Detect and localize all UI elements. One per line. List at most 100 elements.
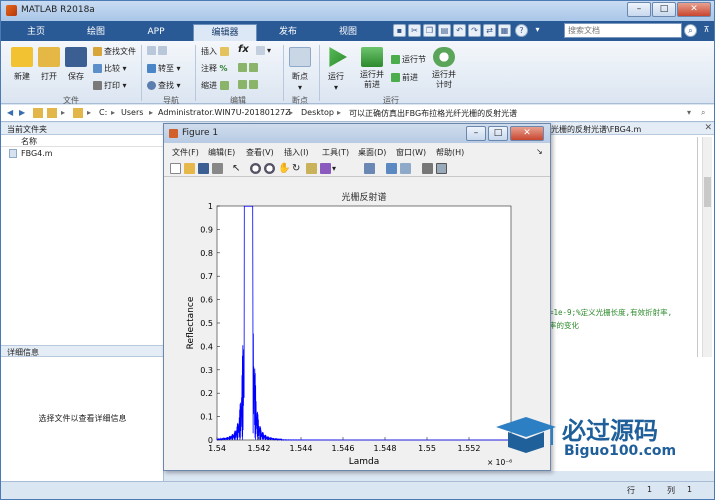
fx-options-icon[interactable]: ▾ [256, 46, 271, 55]
indent-tools[interactable] [238, 80, 260, 89]
copy-quick-icon[interactable]: ❐ [423, 24, 436, 37]
new-figure-icon[interactable] [170, 163, 181, 174]
compare-button[interactable]: 比较 ▾ [93, 63, 127, 74]
collapse-ribbon-icon[interactable]: ⊼ [700, 24, 713, 37]
figure-maximize-button[interactable]: □ [488, 126, 508, 141]
tab-editor[interactable]: 编辑器 [193, 24, 257, 41]
open-folder-icon[interactable] [38, 47, 60, 67]
path-segment-project[interactable]: 可以正确仿真出FBG布拉格光纤光栅的反射光谱 [349, 108, 517, 119]
breakpoint-button[interactable]: 断点 [285, 71, 315, 82]
tab-home[interactable]: 主页 [11, 24, 61, 41]
pan-hand-icon[interactable]: ✋ [278, 163, 290, 174]
print-button[interactable]: 打印 ▾ [93, 80, 127, 91]
figure-minimize-button[interactable]: – [466, 126, 486, 141]
new-file-icon[interactable] [11, 47, 33, 67]
figure-menu-item[interactable]: 窗口(W) [396, 147, 426, 158]
print-figure-icon[interactable] [212, 163, 223, 174]
colorbar-icon[interactable] [386, 163, 397, 174]
run-dropdown-icon[interactable]: ▾ [321, 83, 351, 92]
breakpoint-icon[interactable] [289, 47, 311, 67]
forward-icon[interactable]: ▶ [19, 108, 25, 117]
figure-menu-item[interactable]: 查看(V) [246, 147, 274, 158]
close-button[interactable]: ✕ [677, 2, 711, 17]
hide-plot-tools-icon[interactable] [422, 163, 433, 174]
layout-quick-icon[interactable]: ▦ [498, 24, 511, 37]
run-and-time-button[interactable]: 运行并 计时 [427, 70, 461, 90]
figure-menu-item[interactable]: 编辑(E) [208, 147, 235, 158]
brush-icon[interactable] [320, 163, 331, 174]
new-button[interactable]: 新建 [7, 71, 37, 82]
figure-menu-item[interactable]: 插入(I) [284, 147, 309, 158]
path-segment-drive[interactable]: C: [99, 108, 107, 117]
tab-publish[interactable]: 发布 [263, 24, 313, 41]
figure-menu-item[interactable]: 帮助(H) [436, 147, 464, 158]
zoom-in-icon[interactable] [250, 163, 261, 174]
code-line[interactable]: =1e-9;%定义光栅长度,有效折射率, [549, 307, 697, 318]
paste-quick-icon[interactable]: ▤ [438, 24, 451, 37]
open-file-icon[interactable] [184, 163, 195, 174]
search-documentation-input[interactable]: 搜索文档 [564, 23, 682, 38]
figure-menu-item[interactable]: 桌面(D) [358, 147, 386, 158]
undo-quick-icon[interactable]: ↶ [453, 24, 466, 37]
path-segment-desktop[interactable]: Desktop [301, 108, 334, 117]
help-icon[interactable]: ? [515, 24, 528, 37]
file-row[interactable]: FBG4.m [1, 147, 163, 160]
save-button[interactable]: 保存 [61, 71, 91, 82]
breakpoint-dropdown-icon[interactable]: ▾ [285, 83, 315, 92]
browse-folder-icon[interactable] [47, 108, 57, 118]
show-plot-tools-icon[interactable] [436, 163, 447, 174]
save-quick-icon[interactable]: ▪ [393, 24, 406, 37]
minimize-button[interactable]: – [627, 2, 651, 17]
legend-icon[interactable] [400, 163, 411, 174]
cut-quick-icon[interactable]: ✂ [408, 24, 421, 37]
editor-tab[interactable]: 光栅的反射光谱\FBG4.m [549, 123, 714, 135]
dock-figure-icon[interactable]: ↘ [536, 147, 543, 156]
figure-close-button[interactable]: ✕ [510, 126, 544, 141]
address-search-icon[interactable]: ⌕ [701, 108, 705, 118]
save-disk-icon[interactable] [65, 47, 87, 67]
insert-button[interactable]: 插入 [201, 46, 231, 57]
figure-menu-item[interactable]: 工具(T) [322, 147, 349, 158]
run-time-icon[interactable] [433, 47, 455, 67]
back-icon[interactable]: ◀ [7, 108, 13, 117]
comment-tools[interactable] [238, 63, 260, 72]
brush-dropdown-icon[interactable]: ▾ [332, 163, 343, 174]
run-section-button[interactable]: 运行节 [391, 54, 426, 65]
run-advance-button[interactable]: 运行并 前进 [353, 70, 391, 90]
fx-button[interactable]: fx [238, 44, 249, 55]
up-folder-icon[interactable] [33, 108, 43, 118]
search-icon[interactable]: ⌕ [684, 24, 697, 37]
switch-windows-icon[interactable]: ⇄ [483, 24, 496, 37]
redo-quick-icon[interactable]: ↷ [468, 24, 481, 37]
code-line[interactable]: 率的变化 [549, 320, 579, 331]
indent-button[interactable]: 缩进 [201, 80, 231, 91]
path-history-dropdown-icon[interactable]: ▾ [687, 108, 691, 117]
tab-view[interactable]: 视图 [323, 24, 373, 41]
nav-arrows[interactable] [147, 46, 169, 55]
link-plot-icon[interactable] [364, 163, 375, 174]
address-dropdown-icon[interactable]: ▸ [61, 108, 65, 117]
editor-scrollbar[interactable] [702, 137, 712, 357]
path-segment-users[interactable]: Users [121, 108, 143, 117]
path-segment-admin[interactable]: Administrator.WIN7U-20180127Z [158, 108, 291, 117]
rotate-icon[interactable]: ↻ [292, 163, 303, 174]
run-play-icon[interactable] [329, 47, 347, 67]
find-button[interactable]: 查找 ▾ [147, 80, 181, 91]
open-button[interactable]: 打开 [34, 71, 64, 82]
maximize-button[interactable]: □ [652, 2, 676, 17]
run-button[interactable]: 运行 [321, 71, 351, 82]
scrollbar-thumb[interactable] [704, 177, 711, 207]
advance-button[interactable]: 前进 [391, 72, 418, 83]
select-arrow-icon[interactable]: ↖ [232, 163, 243, 174]
editor-close-icon[interactable]: ✕ [704, 123, 712, 133]
data-cursor-icon[interactable] [306, 163, 317, 174]
tab-plots[interactable]: 绘图 [71, 24, 121, 41]
zoom-out-icon[interactable] [264, 163, 275, 174]
figure-menu-item[interactable]: 文件(F) [172, 147, 199, 158]
comment-button[interactable]: 注释 % [201, 63, 228, 74]
goto-button[interactable]: 转至 ▾ [147, 63, 181, 74]
run-advance-icon[interactable] [361, 47, 383, 67]
save-figure-icon[interactable] [198, 163, 209, 174]
name-column-header[interactable]: 名称 [1, 135, 163, 147]
help-dropdown-icon[interactable]: ▾ [531, 24, 544, 37]
